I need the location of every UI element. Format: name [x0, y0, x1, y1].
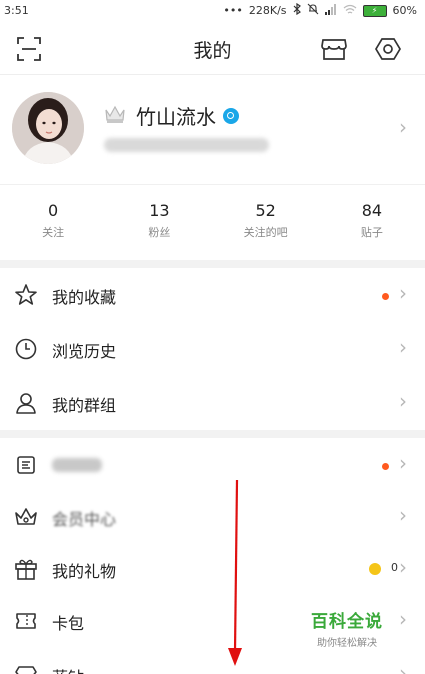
notification-dot: [382, 293, 389, 300]
coin-icon: [369, 563, 381, 575]
notification-dot: [382, 463, 389, 470]
coin-count: 0: [391, 561, 398, 574]
battery-percent: 60%: [392, 4, 417, 17]
chevron-right-icon: ›: [399, 555, 407, 579]
stat-label: 贴子: [360, 226, 383, 239]
stat-value: 0: [48, 201, 59, 220]
network-speed: 228K/s: [248, 4, 287, 17]
crown-icon: [104, 104, 126, 124]
menu-item-favorites[interactable]: 我的收藏 ›: [0, 268, 425, 322]
username: 竹山流水: [136, 105, 216, 129]
chevron-right-icon: ›: [399, 115, 407, 139]
status-dots: •••: [223, 4, 243, 17]
menu-item-label: 浏览历史: [52, 342, 117, 361]
menu-item-blue-diamond[interactable]: 蓝钻 ›: [0, 648, 425, 674]
section-divider: [0, 260, 425, 268]
menu-item-groups[interactable]: 我的群组 ›: [0, 376, 425, 430]
stat-label: 关注的吧: [243, 226, 288, 239]
menu-item-label: 蓝钻: [52, 664, 84, 674]
stats-bar: 0 关注 13 粉丝 52 关注的吧 84 贴子: [0, 184, 425, 260]
person-icon: [14, 391, 38, 415]
annotation-arrow-icon: [226, 478, 246, 668]
mute-icon: [307, 3, 319, 18]
watermark-subtitle: 助你轻松解决: [317, 638, 377, 649]
menu-item-label: 卡包: [52, 614, 85, 633]
star-icon: [14, 283, 38, 307]
status-time: 3:51: [4, 4, 29, 17]
chevron-right-icon: ›: [399, 335, 407, 359]
avatar[interactable]: [12, 92, 84, 164]
chevron-right-icon: ›: [399, 661, 407, 674]
menu-item-gifts[interactable]: 我的礼物 0 ›: [0, 542, 425, 596]
stat-followed-bars[interactable]: 52 关注的吧: [213, 185, 319, 260]
stat-fans[interactable]: 13 粉丝: [106, 185, 212, 260]
clock-icon: [14, 337, 38, 361]
watermark-title: 百科全说: [311, 612, 383, 632]
wifi-icon: [343, 4, 357, 18]
chevron-right-icon: ›: [399, 607, 407, 631]
menu-item-label: 我的收藏: [52, 288, 117, 307]
watermark: 百科全说 助你轻松解决: [311, 607, 383, 649]
menu-item-label: 我的群组: [52, 396, 117, 415]
menu-item-member-center[interactable]: 会员中心 ›: [0, 490, 425, 544]
profile-card[interactable]: 竹山流水 ›: [0, 74, 425, 184]
stat-following[interactable]: 0 关注: [0, 185, 106, 260]
menu-item-label: 会员中心: [52, 510, 117, 529]
stat-value: 84: [361, 201, 383, 220]
ticket-icon: [14, 609, 38, 633]
settings-icon[interactable]: [375, 36, 401, 62]
stat-label: 关注: [42, 226, 65, 239]
badge-icon: [14, 453, 38, 477]
chevron-right-icon: ›: [399, 451, 407, 475]
menu-item-blurred[interactable]: ›: [0, 438, 425, 492]
status-bar: 3:51 ••• 228K/s ⚡ 60%: [0, 0, 425, 22]
stat-label: 粉丝: [148, 226, 171, 239]
menu-item-label: 我的礼物: [52, 562, 117, 581]
verified-badge-icon: [223, 108, 239, 124]
battery-icon: ⚡: [362, 4, 387, 17]
shop-icon[interactable]: [320, 36, 348, 62]
section-divider: [0, 430, 425, 438]
bluetooth-icon: [293, 2, 301, 18]
profile-signature-blurred: [104, 138, 269, 152]
crown-icon: [14, 505, 38, 529]
diamond-icon: [14, 663, 38, 674]
menu-item-history[interactable]: 浏览历史 ›: [0, 322, 425, 376]
gift-icon: [14, 557, 38, 581]
signal-icon: [324, 3, 337, 18]
chevron-right-icon: ›: [399, 503, 407, 527]
stat-value: 13: [149, 201, 170, 220]
top-header: 我的: [0, 22, 425, 74]
chevron-right-icon: ›: [399, 389, 407, 413]
menu-item-label-blurred: [52, 458, 102, 472]
stat-value: 52: [255, 201, 276, 220]
page-title: 我的: [193, 40, 232, 62]
stat-posts[interactable]: 84 贴子: [319, 185, 425, 260]
chevron-right-icon: ›: [399, 281, 407, 305]
status-right: ••• 228K/s ⚡ 60%: [223, 2, 417, 18]
